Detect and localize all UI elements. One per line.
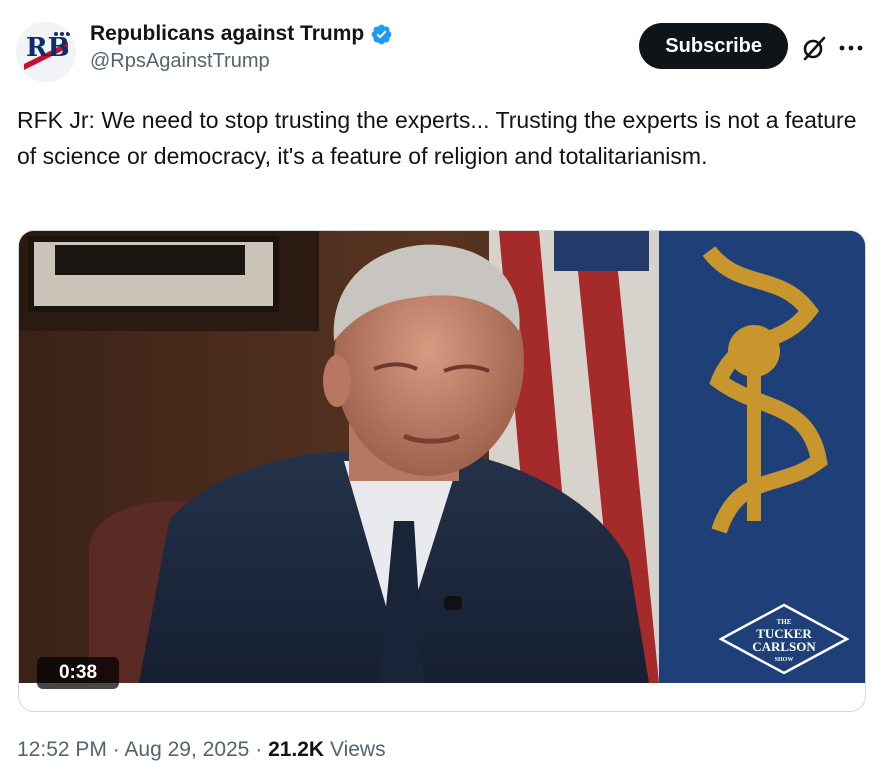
views-count: 21.2K	[268, 738, 325, 761]
author-display-name[interactable]: Republicans against Trump	[90, 22, 364, 46]
tweet-metadata: 12:52 PM · Aug 29, 2025 · 21.2K Views	[17, 738, 386, 762]
tucker-carlson-show-logo: THE TUCKER CARLSON SHOW	[719, 603, 849, 675]
subscribe-button[interactable]: Subscribe	[639, 23, 788, 69]
author-info: Republicans against Trump @RpsAgainstTru…	[90, 22, 393, 73]
tweet-date[interactable]: Aug 29, 2025	[124, 738, 249, 761]
avatar[interactable]: RB	[16, 22, 76, 82]
author-name-row[interactable]: Republicans against Trump	[90, 22, 393, 46]
author-handle[interactable]: @RpsAgainstTrump	[90, 50, 393, 73]
svg-text:CARLSON: CARLSON	[752, 639, 816, 654]
grok-icon[interactable]	[800, 34, 828, 62]
views-label: Views	[329, 738, 386, 761]
svg-text:RB: RB	[26, 33, 70, 63]
video-duration: 0:38	[37, 657, 119, 689]
avatar-logo-icon: RB	[16, 22, 76, 82]
svg-text:SHOW: SHOW	[775, 657, 794, 663]
tweet-header: RB Republicans against Trump @RpsAgainst…	[16, 20, 868, 82]
svg-text:THE: THE	[777, 618, 792, 626]
more-icon[interactable]	[838, 38, 864, 58]
tweet-text: RFK Jr: We need to stop trusting the exp…	[17, 107, 857, 169]
meta-separator: ·	[255, 738, 263, 761]
tweet-time[interactable]: 12:52 PM	[17, 738, 107, 761]
meta-separator: ·	[112, 738, 120, 761]
video-player[interactable]: 0:38 THE TUCKER CARLSON SHOW	[18, 230, 866, 712]
verified-badge-icon	[371, 24, 392, 44]
